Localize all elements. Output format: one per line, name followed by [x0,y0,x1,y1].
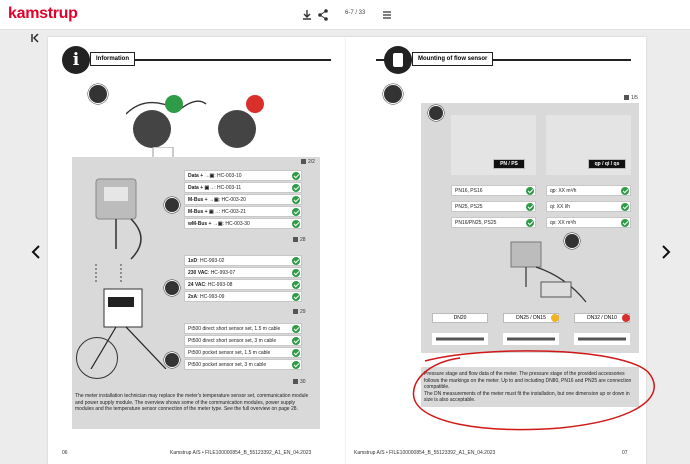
id-icon [428,105,444,121]
right-page: Mounting of flow sensor 1/5 PN / PS PN16… [346,37,646,464]
sidebar-collapse-icon[interactable] [30,33,40,43]
previous-page-icon[interactable] [30,244,42,260]
share-icon[interactable] [316,8,330,22]
check-icon [292,337,300,345]
mounting-illustration [510,241,587,303]
approved-check-icon [165,95,183,113]
next-page-icon[interactable] [660,244,672,260]
check-icon [292,349,300,357]
table-row: wM-Bus + →▣: HC-003-30 [184,218,302,229]
pipe-size-diagram [432,333,630,345]
table-row: qs: XX m³/h [546,217,631,228]
page-ref-29: 29 [293,309,306,315]
check-icon [292,361,300,369]
download-icon[interactable] [300,8,314,22]
table-row: PN25, PS25 [451,201,536,212]
check-icon [292,220,300,228]
cross-icon [622,314,630,322]
table-row: PN16, PS16 [451,185,536,196]
table-row: Data + ▣→: HC-003-11 [184,182,302,193]
table-row: Pt500 direct short sensor set, 1.5 m cab… [184,323,302,334]
table-row: qi: XX l/h [546,201,631,212]
warning-icon [551,314,559,322]
check-icon [621,187,629,195]
left-page: i Information 2/2 Data + →▣: HC-003-10 D… [48,37,346,464]
page-ref-30: 30 [293,379,306,385]
wrench-tools-icon [133,110,171,148]
description-text: The meter installation technician may re… [75,393,309,412]
check-icon [292,208,300,216]
table-row: 1xD: HC-993-02 [184,255,302,266]
qp-label: qp / qi / qs [588,159,626,169]
section-title: Information [90,52,135,66]
table-row: Pt500 pocket sensor set, 1.5 m cable [184,347,302,358]
check-icon [621,203,629,211]
table-row: PN16/PN25, PS25 [451,217,536,228]
denied-cross-icon [246,95,264,113]
table-row: Pt500 direct short sensor set, 3 m cable [184,335,302,346]
pdf-viewer: kamstrup 6-7 / 33 i Information 2/2 Data… [0,0,690,464]
section-title: Mounting of flow sensor [412,52,494,66]
table-row: 24 VAC: HC-993-08 [184,279,302,290]
table-page-ref: 2/2 [301,159,315,165]
table-row: Data + →▣: HC-003-10 [184,170,302,181]
page-indicator: 6-7 / 33 [345,10,366,16]
tool-icon [564,233,580,249]
power-module-table: 1xD: HC-993-02 230 VAC: HC-993-07 24 VAC… [178,255,302,305]
page-ref: 1/5 [624,95,638,101]
sensor-set-table: Pt500 direct short sensor set, 1.5 m cab… [178,323,302,373]
user-icon [218,110,256,148]
menu-icon[interactable] [380,8,394,22]
check-icon [621,219,629,227]
check-icon [526,219,534,227]
table-row: M-Bus + →▣: HC-003-20 [184,194,302,205]
page-number-right: 07 [622,450,628,456]
person-icon [384,46,412,74]
check-icon [292,172,300,180]
pn-label: PN / PS [493,159,525,169]
check-icon [292,269,300,277]
kamstrup-logo: kamstrup [8,5,78,22]
wrench-icon [383,84,403,104]
check-icon [292,257,300,265]
check-icon [292,184,300,192]
check-icon [292,293,300,301]
top-toolbar: kamstrup 6-7 / 33 [0,0,690,30]
check-icon [292,281,300,289]
sensor-detail-circle [76,337,118,379]
footer-right: Kamstrup A/S • FILE100000854_B_55123392_… [354,450,496,456]
page-ref-28: 28 [293,237,306,243]
table-row: Pt500 pocket sensor set, 3 m cable [184,359,302,370]
table-row: qp: XX m³/h [546,185,631,196]
check-icon [292,196,300,204]
check-icon [292,325,300,333]
footer-left: Kamstrup A/S • FILE100000854_B_55123392_… [170,450,312,456]
wrench-percent-icon [88,84,108,104]
comm-module-table: Data + →▣: HC-003-10 Data + ▣→: HC-003-1… [178,170,302,232]
table-row: 230 VAC: HC-993-07 [184,267,302,278]
page-number-left: 06 [62,450,68,456]
check-icon [526,203,534,211]
dn20-tag: DN20 [432,313,488,323]
table-row: 2xA: HC-993-09 [184,291,302,302]
table-row: M-Bus + ▣→: HC-003-21 [184,206,302,217]
check-icon [526,187,534,195]
description-text: Pressure stage and flow data of the mete… [424,371,632,403]
info-icon: i [62,46,90,74]
